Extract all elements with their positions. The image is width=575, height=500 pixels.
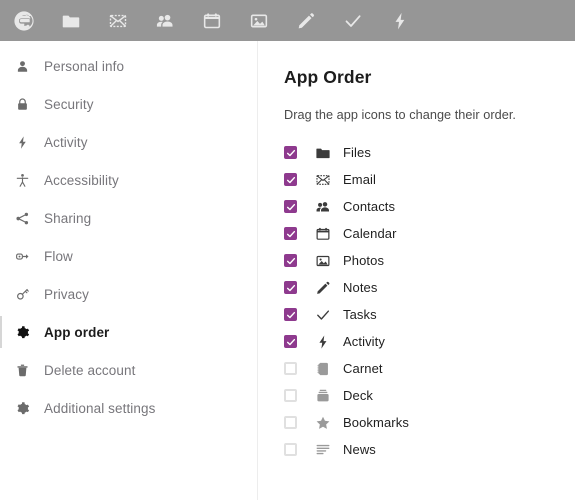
app-checkbox-email[interactable] bbox=[284, 173, 297, 186]
check-icon[interactable] bbox=[309, 307, 337, 323]
app-checkbox-contacts[interactable] bbox=[284, 200, 297, 213]
app-row-bookmarks[interactable]: Bookmarks bbox=[284, 409, 575, 436]
sidebar-item-label: Privacy bbox=[44, 286, 89, 302]
app-label: Email bbox=[343, 172, 377, 187]
carnet-icon[interactable] bbox=[309, 361, 337, 377]
sidebar-item-flow[interactable]: Flow bbox=[0, 237, 257, 275]
deck-icon[interactable] bbox=[309, 388, 337, 404]
app-checkbox-calendar[interactable] bbox=[284, 227, 297, 240]
pencil-icon[interactable] bbox=[309, 280, 337, 296]
app-row-files[interactable]: Files bbox=[284, 139, 575, 166]
news-icon[interactable] bbox=[309, 442, 337, 458]
trash-icon bbox=[9, 363, 35, 378]
appbar-activity[interactable] bbox=[376, 0, 423, 41]
sidebar-item-personal-info[interactable]: Personal info bbox=[0, 47, 257, 85]
person-icon bbox=[9, 59, 35, 74]
app-label: Contacts bbox=[343, 199, 396, 214]
appbar-files[interactable] bbox=[47, 0, 94, 41]
sidebar-item-additional-settings[interactable]: Additional settings bbox=[0, 389, 257, 427]
lock-icon bbox=[9, 97, 35, 112]
app-checkbox-tasks[interactable] bbox=[284, 308, 297, 321]
people-icon[interactable] bbox=[309, 199, 337, 215]
sidebar-item-delete-account[interactable]: Delete account bbox=[0, 351, 257, 389]
sidebar-item-label: Delete account bbox=[44, 362, 136, 378]
appbar-photos[interactable] bbox=[235, 0, 282, 41]
bolt-icon bbox=[9, 135, 35, 150]
appbar-tasks[interactable] bbox=[329, 0, 376, 41]
sidebar-item-privacy[interactable]: Privacy bbox=[0, 275, 257, 313]
app-row-contacts[interactable]: Contacts bbox=[284, 193, 575, 220]
app-checkbox-carnet[interactable] bbox=[284, 362, 297, 375]
app-checkbox-activity[interactable] bbox=[284, 335, 297, 348]
app-checkbox-news[interactable] bbox=[284, 443, 297, 456]
app-label: Carnet bbox=[343, 361, 383, 376]
envelope-icon[interactable] bbox=[309, 172, 337, 188]
sidebar-item-security[interactable]: Security bbox=[0, 85, 257, 123]
sidebar-item-app-order[interactable]: App order bbox=[0, 313, 257, 351]
gear-icon bbox=[9, 401, 35, 416]
folder-icon[interactable] bbox=[309, 145, 337, 161]
sidebar-item-label: Activity bbox=[44, 134, 88, 150]
app-row-activity[interactable]: Activity bbox=[284, 328, 575, 355]
app-label: News bbox=[343, 442, 376, 457]
page-title: App Order bbox=[284, 67, 372, 87]
app-checkbox-deck[interactable] bbox=[284, 389, 297, 402]
accessibility-icon bbox=[9, 173, 35, 188]
app-label: Notes bbox=[343, 280, 378, 295]
app-row-notes[interactable]: Notes bbox=[284, 274, 575, 301]
settings-sidebar: Personal info Security Activity Accessibili… bbox=[0, 41, 258, 500]
sidebar-item-accessibility[interactable]: Accessibility bbox=[0, 161, 257, 199]
flow-icon bbox=[9, 249, 35, 264]
app-checkbox-notes[interactable] bbox=[284, 281, 297, 294]
appbar-notes[interactable] bbox=[282, 0, 329, 41]
image-icon[interactable] bbox=[309, 253, 337, 269]
star-icon[interactable] bbox=[309, 415, 337, 431]
app-row-tasks[interactable]: Tasks bbox=[284, 301, 575, 328]
sidebar-item-label: Sharing bbox=[44, 210, 92, 226]
app-row-photos[interactable]: Photos bbox=[284, 247, 575, 274]
app-label: Tasks bbox=[343, 307, 377, 322]
app-label: Files bbox=[343, 145, 371, 160]
sidebar-item-label: Additional settings bbox=[44, 400, 156, 416]
app-checkbox-photos[interactable] bbox=[284, 254, 297, 267]
bolt-icon[interactable] bbox=[309, 334, 337, 350]
sidebar-item-activity[interactable]: Activity bbox=[0, 123, 257, 161]
page-description: Drag the app icons to change their order… bbox=[284, 108, 516, 122]
sidebar-item-sharing[interactable]: Sharing bbox=[0, 199, 257, 237]
app-label: Photos bbox=[343, 253, 385, 268]
share-icon bbox=[9, 211, 35, 226]
app-checkbox-files[interactable] bbox=[284, 146, 297, 159]
app-label: Activity bbox=[343, 334, 385, 349]
sidebar-item-label: Flow bbox=[44, 248, 73, 264]
appbar-email[interactable] bbox=[94, 0, 141, 41]
app-row-deck[interactable]: Deck bbox=[284, 382, 575, 409]
sidebar-item-label: Security bbox=[44, 96, 94, 112]
sidebar-item-label: Accessibility bbox=[44, 172, 119, 188]
app-row-carnet[interactable]: Carnet bbox=[284, 355, 575, 382]
appbar-calendar[interactable] bbox=[188, 0, 235, 41]
main-content: App Order Drag the app icons to change t… bbox=[259, 41, 575, 500]
calendar-icon[interactable] bbox=[309, 226, 337, 242]
appbar-contacts[interactable] bbox=[141, 0, 188, 41]
gear-icon bbox=[9, 325, 35, 340]
app-row-news[interactable]: News bbox=[284, 436, 575, 463]
app-checkbox-bookmarks[interactable] bbox=[284, 416, 297, 429]
app-row-calendar[interactable]: Calendar bbox=[284, 220, 575, 247]
app-label: Deck bbox=[343, 388, 374, 403]
app-label: Calendar bbox=[343, 226, 397, 241]
sidebar-item-label: Personal info bbox=[44, 58, 125, 74]
key-icon bbox=[9, 287, 35, 302]
sidebar-item-label: App order bbox=[44, 324, 110, 340]
app-row-email[interactable]: Email bbox=[284, 166, 575, 193]
app-order-list: Files Email Contacts Calendar Photos Notes Tas… bbox=[284, 139, 575, 463]
logo-e-icon[interactable] bbox=[0, 0, 47, 41]
app-bar bbox=[0, 0, 575, 41]
app-label: Bookmarks bbox=[343, 415, 409, 430]
